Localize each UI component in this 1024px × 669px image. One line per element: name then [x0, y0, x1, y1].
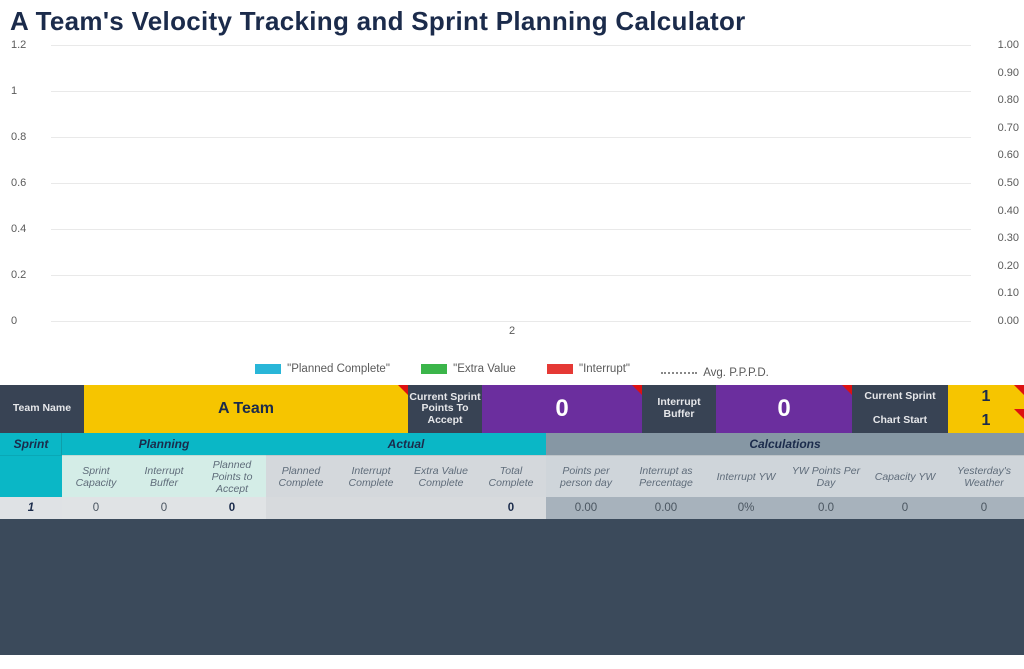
col-extra-value-complete: Extra Value Complete — [406, 455, 476, 497]
cell-interrupt-complete[interactable] — [336, 497, 406, 519]
group-planning: Planning — [62, 433, 266, 455]
col-capacity-yw: Capacity YW — [866, 455, 944, 497]
cell-total-complete: 0 — [476, 497, 546, 519]
velocity-chart: 1.2 1 0.8 0.6 0.4 0.2 0 1.00 0.90 0.80 0… — [5, 41, 1019, 361]
cell-extra-value-complete[interactable] — [406, 497, 476, 519]
cell-interrupt-yw: 0% — [706, 497, 786, 519]
legend-label: "Interrupt" — [579, 363, 630, 375]
summary-band: Team Name A Team Current Sprint Points T… — [0, 385, 1024, 433]
legend-label: "Extra Value — [453, 363, 516, 375]
page-title: A Team's Velocity Tracking and Sprint Pl… — [0, 0, 1024, 39]
legend-item-avg-pppd: Avg. P.P.P.D. — [661, 367, 769, 379]
y-right-tick: 0.30 — [975, 232, 1019, 244]
y-right-tick: 0.80 — [975, 94, 1019, 106]
cell-capacity-yw: 0 — [866, 497, 944, 519]
col-planned-points-to-accept: Planned Points to Accept — [198, 455, 266, 497]
interrupt-buffer-value: 0 — [716, 385, 852, 433]
cell-planned-points-to-accept[interactable]: 0 — [198, 497, 266, 519]
cell-sprint-capacity[interactable]: 0 — [62, 497, 130, 519]
col-sprint-capacity: Sprint Capacity — [62, 455, 130, 497]
table-row: 1 0 0 0 0 0.00 0.00 0% 0.0 0 0 — [0, 497, 1024, 519]
chart-plot-area — [51, 45, 971, 321]
legend-swatch-icon — [421, 364, 447, 374]
col-sprint-placeholder — [0, 455, 62, 497]
legend-swatch-icon — [255, 364, 281, 374]
y-left-tick: 0.2 — [11, 269, 55, 281]
y-left-tick: 1.2 — [11, 39, 55, 51]
y-right-tick: 0.50 — [975, 177, 1019, 189]
y-left-tick: 0.6 — [11, 177, 55, 189]
legend-item-interrupt: "Interrupt" — [547, 363, 630, 375]
col-yw-points-per-day: YW Points Per Day — [786, 455, 866, 497]
y-right-tick: 0.20 — [975, 260, 1019, 272]
col-interrupt-as-percentage: Interrupt as Percentage — [626, 455, 706, 497]
y-right-tick: 0.40 — [975, 205, 1019, 217]
legend-item-extra-value: "Extra Value — [421, 363, 516, 375]
group-calculations: Calculations — [546, 433, 1024, 455]
cell-sprint-number: 1 — [0, 497, 62, 519]
interrupt-buffer-label: Interrupt Buffer — [642, 385, 716, 433]
legend-label: "Planned Complete" — [287, 363, 390, 375]
group-actual: Actual — [266, 433, 546, 455]
table-group-header: Sprint Planning Actual Calculations — [0, 433, 1024, 455]
y-right-tick: 0.00 — [975, 315, 1019, 327]
y-left-tick: 1 — [11, 85, 55, 97]
y-left-tick: 0.8 — [11, 131, 55, 143]
y-right-tick: 0.60 — [975, 149, 1019, 161]
cell-planned-complete[interactable] — [266, 497, 336, 519]
y-right-tick: 0.90 — [975, 67, 1019, 79]
cell-points-per-person-day: 0.00 — [546, 497, 626, 519]
legend-label: Avg. P.P.P.D. — [703, 367, 769, 379]
chart-start-label: Chart Start — [852, 409, 948, 433]
current-sprint-label: Current Sprint — [852, 385, 948, 409]
current-sprint-points-value: 0 — [482, 385, 642, 433]
y-right-tick: 0.70 — [975, 122, 1019, 134]
chart-y-axis-left: 1.2 1 0.8 0.6 0.4 0.2 0 — [5, 45, 49, 321]
chart-x-tick: 2 — [509, 325, 515, 337]
empty-rows-area — [0, 519, 1024, 655]
chart-y-axis-right: 1.00 0.90 0.80 0.70 0.60 0.50 0.40 0.30 … — [975, 45, 1019, 321]
cell-interrupt-as-percentage: 0.00 — [626, 497, 706, 519]
col-yesterdays-weather: Yesterday's Weather — [944, 455, 1024, 497]
legend-item-planned-complete: "Planned Complete" — [255, 363, 390, 375]
col-interrupt-yw: Interrupt YW — [706, 455, 786, 497]
legend-swatch-icon — [547, 364, 573, 374]
y-left-tick: 0.4 — [11, 223, 55, 235]
chart-legend: "Planned Complete" "Extra Value "Interru… — [0, 361, 1024, 385]
table-column-header: Sprint Capacity Interrupt Buffer Planned… — [0, 455, 1024, 497]
team-name-label: Team Name — [0, 385, 84, 433]
legend-line-icon — [661, 372, 697, 374]
chart-start-value[interactable]: 1 — [948, 409, 1024, 433]
col-interrupt-buffer: Interrupt Buffer — [130, 455, 198, 497]
current-sprint-value[interactable]: 1 — [948, 385, 1024, 409]
group-sprint: Sprint — [0, 433, 62, 455]
team-name-value[interactable]: A Team — [84, 385, 408, 433]
col-total-complete: Total Complete — [476, 455, 546, 497]
col-planned-complete: Planned Complete — [266, 455, 336, 497]
y-left-tick: 0 — [11, 315, 55, 327]
current-sprint-points-label: Current Sprint Points To Accept — [408, 385, 482, 433]
cell-yw-points-per-day: 0.0 — [786, 497, 866, 519]
col-interrupt-complete: Interrupt Complete — [336, 455, 406, 497]
cell-interrupt-buffer[interactable]: 0 — [130, 497, 198, 519]
y-right-tick: 0.10 — [975, 287, 1019, 299]
cell-yesterdays-weather: 0 — [944, 497, 1024, 519]
col-points-per-person-day: Points per person day — [546, 455, 626, 497]
y-right-tick: 1.00 — [975, 39, 1019, 51]
